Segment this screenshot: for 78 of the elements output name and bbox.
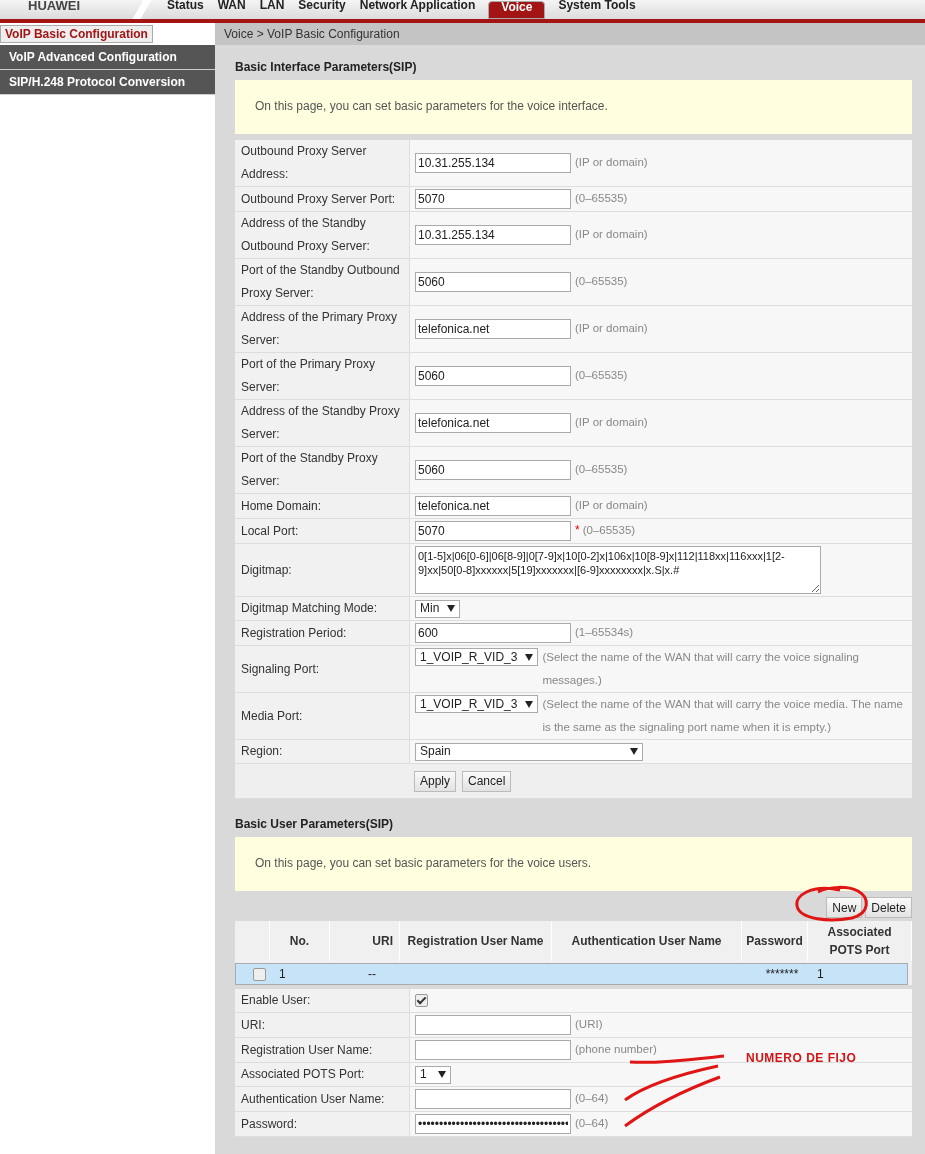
nav-tab[interactable]: Network Application [352,0,483,19]
breadcrumb: Voice > VoIP Basic Configuration [215,23,925,45]
field-hint: (0–65535) [575,191,628,206]
table-row[interactable]: 1 -- ******* 1 [235,963,908,985]
input-field[interactable]: •••••••••••••••••••••••••••••••••••• [415,1114,571,1134]
input-field[interactable]: telefonica.net [415,319,571,339]
caret-icon [525,653,534,661]
input-field[interactable]: 10.31.255.134 [415,225,571,245]
nav-tab[interactable]: System Tools [551,0,643,19]
caret-icon [525,700,534,708]
input-field[interactable]: 5060 [415,460,571,480]
nav-tab[interactable]: Voice [488,1,546,19]
info-box: On this page, you can set basic parameters for the voice interface. [235,80,912,134]
column-header: Registration User Name [400,921,552,961]
field-hint: (IP or domain) [575,227,648,242]
field-hint: (1–65534s) [575,625,634,640]
field-hint: (phone number) [575,1042,657,1057]
nav-tab[interactable]: LAN [252,0,292,19]
field-hint: (Select the name of the WAN that will carry the voice media. The name is the same as the signaling port name when it is empty.) [542,697,904,735]
column-header: No. [270,921,330,961]
field-hint: (0–65535) [582,523,636,538]
field-hint: (IP or domain) [575,155,648,170]
input-field[interactable]: telefonica.net [415,413,571,433]
table-cell: 1 [817,967,824,981]
field-hint: (Select the name of the WAN that will carry the voice signaling messages.) [542,650,860,688]
field-hint: (0–65535) [575,368,628,383]
table-cell: -- [368,967,376,981]
info-box: On this page, you can set basic parameters for the voice users. [235,837,912,891]
table-cell: ******* [765,967,799,981]
dropdown[interactable]: 1 [415,1065,451,1084]
caret-icon [630,748,638,755]
column-header: URI [330,921,400,961]
input-field[interactable] [415,1015,571,1035]
nav-tab[interactable]: Status [160,0,211,19]
handwritten-note: NUMERO DE FIJO [746,1051,857,1065]
field-hint: (IP or domain) [575,498,648,513]
input-field[interactable]: 600 [415,623,571,643]
input-field[interactable]: 5060 [415,272,571,292]
field-hint: (0–64) [575,1091,609,1106]
sidebar-item[interactable]: VoIP Basic Configuration [0,25,153,43]
field-hint: (URI) [575,1017,603,1032]
table-button[interactable]: New [826,897,863,918]
field-hint: (0–65535) [575,462,628,477]
input-field[interactable] [415,1089,571,1109]
required-mark: * [575,522,580,539]
sidebar-item[interactable]: SIP/H.248 Protocol Conversion [0,70,215,95]
section-title: Basic Interface Parameters(SIP) [235,59,418,76]
table-cell: 1 [279,967,286,981]
input-field[interactable]: telefonica.net [415,496,571,516]
column-header: Password [742,921,808,961]
nav-tab[interactable]: Security [291,0,353,19]
form-button[interactable]: Cancel [462,770,512,792]
caret-icon [438,1071,446,1078]
input-field[interactable]: 5070 [415,521,571,541]
dropdown[interactable]: 1_VOIP_R_VID_3 [415,695,539,713]
input-field[interactable]: 5060 [415,366,571,386]
dropdown[interactable]: Spain [415,742,643,761]
column-header: Authentication User Name [552,921,742,961]
field-hint: (0–65535) [575,274,628,289]
field-hint: (IP or domain) [575,321,648,336]
nav-tab[interactable]: WAN [210,0,253,19]
input-field[interactable]: 5070 [415,189,571,209]
field-hint: (IP or domain) [575,415,648,430]
input-field[interactable] [415,1040,571,1060]
caret-icon [447,605,456,612]
sidebar-item[interactable]: VoIP Advanced Configuration [0,45,215,70]
digitmap-field[interactable]: 0[1-5]x|06[0-6]|06[8-9]|0[7-9]x|10[0-2]x|106x|10[8-9]x|112|118xx|116xxx|1[2-9]xx|50[0-8]xxxxxx|5[19]xxxxxxx|[6-9]xxxxxxxx|x.S|x.# [415,546,821,594]
checkbox[interactable] [253,967,266,981]
input-field[interactable]: 10.31.255.134 [415,153,571,173]
dropdown[interactable]: Min [415,599,461,618]
dropdown[interactable]: 1_VOIP_R_VID_3 [415,648,539,666]
brand-logo: HUAWEI [27,0,81,15]
form-button[interactable]: Apply [414,770,457,792]
column-header: Associated POTS Port [808,921,912,961]
table-button[interactable]: Delete [865,897,912,918]
field-hint: (0–64) [575,1116,609,1131]
checkbox[interactable] [415,994,428,1007]
section-title: Basic User Parameters(SIP) [235,816,395,833]
